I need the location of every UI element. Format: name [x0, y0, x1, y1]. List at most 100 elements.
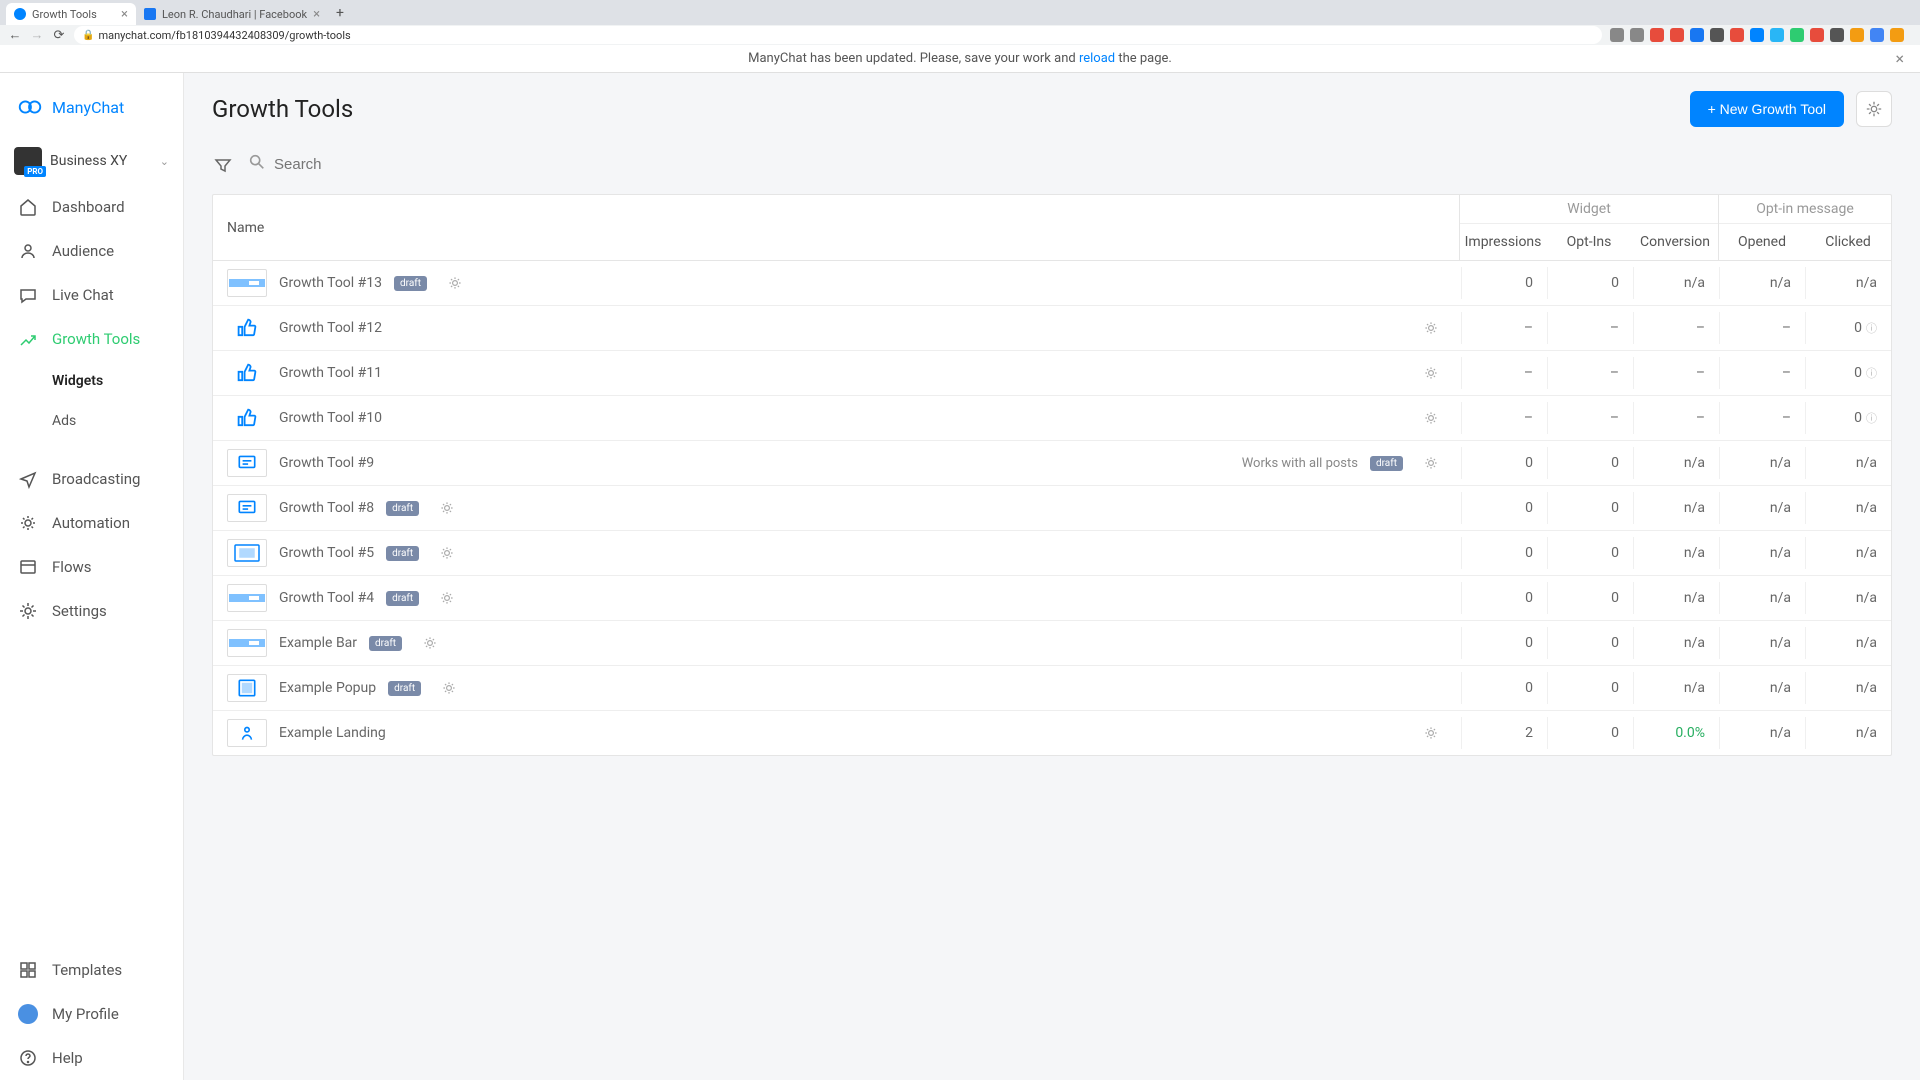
search-box[interactable] [248, 153, 473, 176]
table-row[interactable]: Growth Tool #12 – – – – 0ⓘ [213, 306, 1891, 351]
new-tab-button[interactable]: + [336, 5, 344, 21]
brand-logo[interactable]: ManyChat [0, 87, 183, 137]
table-row[interactable]: Growth Tool #11 – – – – 0ⓘ [213, 351, 1891, 396]
row-settings-button[interactable] [1415, 410, 1447, 426]
extension-icon[interactable] [1810, 28, 1824, 42]
extension-icon[interactable] [1690, 28, 1704, 42]
sidebar-item-dashboard[interactable]: Dashboard [0, 185, 183, 229]
extension-icon[interactable] [1670, 28, 1684, 42]
main-content: Growth Tools + New Growth Tool [184, 73, 1920, 1080]
row-settings-button[interactable] [433, 680, 465, 696]
row-settings-button[interactable] [431, 500, 463, 516]
address-bar[interactable]: 🔒 manychat.com/fb181039443240830​9/growt… [74, 26, 1602, 44]
col-header-optins[interactable]: Opt-Ins [1546, 224, 1632, 260]
extension-icon[interactable] [1850, 28, 1864, 42]
extension-icon[interactable] [1890, 28, 1904, 42]
cell-impressions: 0 [1461, 267, 1547, 299]
extension-icon[interactable] [1870, 28, 1884, 42]
sidebar-item-templates[interactable]: Templates [0, 948, 183, 992]
cell-optins: – [1547, 402, 1633, 434]
tool-name: Growth Tool #4 [279, 590, 374, 606]
sidebar-item-ads[interactable]: Ads [0, 401, 183, 441]
gear-icon [1865, 100, 1883, 118]
row-settings-button[interactable] [414, 635, 446, 651]
tool-name: Growth Tool #9 [279, 455, 374, 471]
extension-icon[interactable] [1790, 28, 1804, 42]
new-growth-tool-button[interactable]: + New Growth Tool [1690, 91, 1844, 127]
help-icon[interactable]: ⓘ [1866, 410, 1877, 426]
cell-name: Example Popup draft [213, 666, 1461, 710]
sidebar-item-audience[interactable]: Audience [0, 229, 183, 273]
page-settings-button[interactable] [1856, 91, 1892, 127]
extension-icon[interactable] [1630, 28, 1644, 42]
browser-tab[interactable]: Leon R. Chaudhari | Facebook × [136, 3, 328, 25]
table-row[interactable]: Growth Tool #5 draft 0 0 n/a n/a n/a [213, 531, 1891, 576]
cell-conversion: n/a [1633, 492, 1719, 524]
automation-icon [18, 513, 38, 533]
extension-icon[interactable] [1750, 28, 1764, 42]
row-settings-button[interactable] [431, 545, 463, 561]
row-settings-button[interactable] [1415, 725, 1447, 741]
row-settings-button[interactable] [439, 275, 471, 291]
extension-icon[interactable] [1710, 28, 1724, 42]
business-switcher[interactable]: PRO Business XY ⌄ [0, 137, 183, 185]
help-icon[interactable]: ⓘ [1866, 320, 1877, 336]
sidebar-item-growth-tools[interactable]: Growth Tools [0, 317, 183, 361]
cell-conversion: n/a [1633, 582, 1719, 614]
reload-icon[interactable]: ⟳ [52, 28, 66, 42]
tool-name: Growth Tool #12 [279, 320, 382, 336]
close-icon[interactable]: × [313, 7, 320, 22]
col-header-impressions[interactable]: Impressions [1460, 224, 1546, 260]
col-header-opened[interactable]: Opened [1719, 224, 1805, 260]
cell-clicked: n/a [1805, 627, 1891, 659]
extension-icon[interactable] [1610, 28, 1624, 42]
col-header-name[interactable]: Name [213, 195, 1459, 260]
close-icon[interactable]: × [1895, 49, 1904, 68]
row-settings-button[interactable] [431, 590, 463, 606]
filter-button[interactable] [212, 154, 234, 176]
browser-tab-active[interactable]: Growth Tools × [6, 3, 136, 25]
cell-opened: n/a [1719, 267, 1805, 299]
sidebar-item-profile[interactable]: My Profile [0, 992, 183, 1036]
search-input[interactable] [274, 156, 473, 173]
sidebar-item-label: Settings [52, 602, 107, 620]
sidebar-item-broadcasting[interactable]: Broadcasting [0, 457, 183, 501]
sidebar-item-livechat[interactable]: Live Chat [0, 273, 183, 317]
extension-icon[interactable] [1830, 28, 1844, 42]
col-header-clicked[interactable]: Clicked [1805, 224, 1891, 260]
table-row[interactable]: Growth Tool #10 – – – – 0ⓘ [213, 396, 1891, 441]
extension-icon[interactable] [1770, 28, 1784, 42]
sidebar-item-help[interactable]: Help [0, 1036, 183, 1080]
cell-conversion: n/a [1633, 447, 1719, 479]
row-settings-button[interactable] [1415, 365, 1447, 381]
help-icon[interactable]: ⓘ [1866, 365, 1877, 381]
extension-icon[interactable] [1730, 28, 1744, 42]
sidebar-item-flows[interactable]: Flows [0, 545, 183, 589]
row-settings-button[interactable] [1415, 455, 1447, 471]
sidebar-item-automation[interactable]: Automation [0, 501, 183, 545]
col-header-conversion[interactable]: Conversion [1632, 224, 1718, 260]
tool-thumbnail-icon [227, 494, 267, 522]
growth-tools-table: Name Widget Impressions Opt-Ins Conversi… [212, 194, 1892, 756]
table-row[interactable]: Growth Tool #4 draft 0 0 n/a n/a n/a [213, 576, 1891, 621]
close-icon[interactable]: × [121, 7, 128, 22]
table-row[interactable]: Growth Tool #8 draft 0 0 n/a n/a n/a [213, 486, 1891, 531]
cell-impressions: 0 [1461, 447, 1547, 479]
row-settings-button[interactable] [1415, 320, 1447, 336]
table-row[interactable]: Example Bar draft 0 0 n/a n/a n/a [213, 621, 1891, 666]
cell-optins: 0 [1547, 582, 1633, 614]
gear-icon [439, 500, 455, 516]
reload-link[interactable]: reload [1079, 51, 1115, 66]
forward-icon[interactable]: → [30, 28, 44, 42]
status-badge: draft [386, 591, 419, 606]
cell-opened: – [1719, 402, 1805, 434]
sidebar-item-settings[interactable]: Settings [0, 589, 183, 633]
table-row[interactable]: Growth Tool #13 draft 0 0 n/a n/a n/a [213, 261, 1891, 306]
extension-icon[interactable] [1650, 28, 1664, 42]
back-icon[interactable]: ← [8, 28, 22, 42]
table-row[interactable]: Example Popup draft 0 0 n/a n/a n/a [213, 666, 1891, 711]
table-row[interactable]: Growth Tool #9 Works with all posts draf… [213, 441, 1891, 486]
table-header: Name Widget Impressions Opt-Ins Conversi… [213, 195, 1891, 261]
sidebar-item-widgets[interactable]: Widgets [0, 361, 183, 401]
table-row[interactable]: Example Landing 2 0 0.0% n/a n/a [213, 711, 1891, 755]
